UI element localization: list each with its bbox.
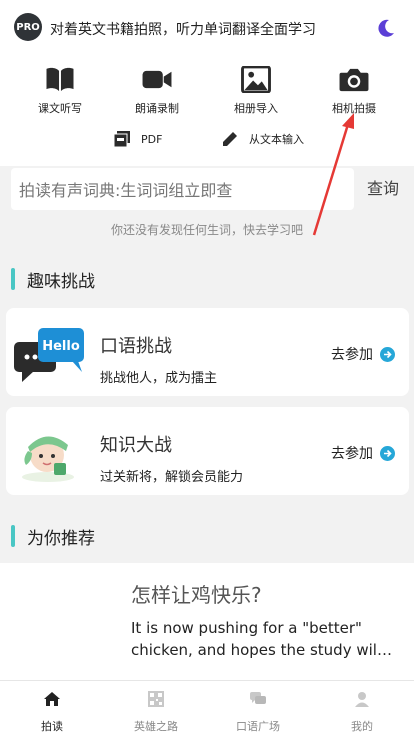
book-icon: [46, 67, 74, 92]
image-icon: [241, 66, 271, 93]
person-icon: [355, 692, 369, 707]
camera-capture-label: 相机拍摄: [332, 102, 376, 115]
mascot-icon: [22, 436, 74, 482]
header-title: 对着英文书籍拍照，听力单词翻译全面学习: [50, 22, 316, 38]
recommend-section-title: 为你推荐: [11, 524, 95, 549]
join-label: 去参加: [331, 347, 373, 363]
tab-hero-road[interactable]: 英雄之路: [104, 681, 208, 736]
tab-speaking-square[interactable]: 口语广场: [206, 681, 310, 736]
dictation-button[interactable]: 课文听写: [8, 66, 112, 116]
pdf-icon: [114, 131, 130, 147]
article-title: 怎样让鸡快乐?: [131, 583, 262, 607]
tab-label: 我的: [351, 720, 373, 733]
knowledge-battle-join-button[interactable]: 去参加: [331, 443, 395, 463]
search-input[interactable]: 拍读有声词典:生词词组立即查: [11, 168, 354, 210]
pdf-label: PDF: [141, 132, 163, 146]
knowledge-battle-subtitle: 过关新将，解锁会员能力: [100, 470, 244, 485]
search-button[interactable]: 查询: [361, 176, 405, 202]
camera-capture-button[interactable]: 相机拍摄: [302, 66, 406, 116]
speaking-challenge-title: 口语挑战: [100, 336, 172, 357]
arrow-right-icon: [380, 445, 395, 461]
hello-bubble-text: Hello: [42, 339, 80, 354]
knowledge-battle-card[interactable]: 知识大战 过关新将，解锁会员能力 去参加: [6, 407, 409, 495]
video-camera-icon: [142, 70, 172, 89]
dictation-label: 课文听写: [38, 102, 82, 115]
challenge-section-label: 趣味挑战: [27, 271, 95, 292]
section-accent-bar: [11, 525, 15, 547]
recite-record-label: 朗诵录制: [135, 102, 179, 115]
moon-icon[interactable]: [376, 18, 396, 38]
tab-label: 口语广场: [236, 720, 280, 733]
header: PRO 对着英文书籍拍照，听力单词翻译全面学习: [0, 0, 414, 56]
tab-label: 拍读: [41, 720, 63, 733]
article-excerpt-line: chicken, and hopes the study will ...: [131, 641, 396, 659]
tab-profile[interactable]: 我的: [310, 681, 414, 736]
tab-label: 英雄之路: [134, 720, 178, 733]
album-import-label: 相册导入: [234, 102, 278, 115]
article-excerpt-line: It is now pushing for a "better": [131, 619, 362, 637]
speech-bubble-hello-icon: Hello: [14, 328, 84, 382]
recommended-article-card[interactable]: 怎样让鸡快乐? It is now pushing for a "better"…: [0, 563, 414, 680]
article-excerpt: It is now pushing for a "better" chicken…: [131, 617, 396, 661]
pdf-button[interactable]: PDF: [114, 128, 162, 150]
recommend-section-label: 为你推荐: [27, 528, 95, 549]
knowledge-battle-title: 知识大战: [100, 435, 172, 456]
speaking-challenge-subtitle: 挑战他人，成为擂主: [100, 371, 218, 386]
challenge-section-title: 趣味挑战: [11, 267, 95, 292]
recite-record-button[interactable]: 朗诵录制: [105, 66, 209, 116]
tool-row: 课文听写 朗诵录制 相册导入 相机拍摄: [0, 66, 414, 116]
top-panel: PRO 对着英文书籍拍照，听力单词翻译全面学习 课文听写 朗诵录制 相册导入 相…: [0, 0, 414, 166]
pro-logo[interactable]: PRO: [14, 13, 42, 41]
section-accent-bar: [11, 268, 15, 290]
text-input-button[interactable]: 从文本输入: [222, 128, 304, 150]
home-icon: [44, 692, 60, 706]
no-new-words-hint: 你还没有发现任何生词，快去学习吧: [110, 223, 303, 237]
arrow-right-icon: [380, 346, 395, 362]
tab-scan-read[interactable]: 拍读: [0, 681, 104, 736]
text-input-label: 从文本输入: [249, 133, 304, 146]
speaking-challenge-join-button[interactable]: 去参加: [331, 344, 395, 364]
bottom-tab-bar: 拍读 英雄之路 口语广场 我的: [0, 680, 414, 736]
qr-icon: [148, 691, 164, 707]
album-import-button[interactable]: 相册导入: [204, 66, 308, 116]
speaking-challenge-card[interactable]: Hello 口语挑战 挑战他人，成为擂主 去参加: [6, 308, 409, 396]
camera-icon: [339, 68, 369, 92]
pencil-icon: [223, 132, 237, 146]
join-label: 去参加: [331, 446, 373, 462]
chat-icon: [250, 692, 266, 704]
